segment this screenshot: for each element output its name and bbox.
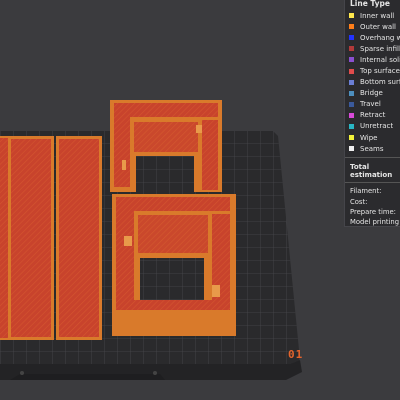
- legend-item[interactable]: Internal solid infill: [345, 54, 400, 65]
- plate-number-label[interactable]: 01: [288, 348, 303, 361]
- totals-row: Filament:: [350, 187, 382, 196]
- legend-item-label: Seams: [360, 144, 384, 153]
- legend-item-label: Top surface: [360, 67, 400, 76]
- legend-item-label: Outer wall: [360, 22, 397, 31]
- color-swatch: [349, 112, 354, 118]
- totals-row: Prepare time:: [350, 207, 396, 216]
- model-strips[interactable]: [0, 136, 102, 340]
- color-swatch: [349, 46, 354, 52]
- legend-item[interactable]: Top surface: [345, 65, 400, 76]
- legend-item-label: Wipe: [360, 133, 378, 142]
- legend-item[interactable]: Bottom surface: [345, 77, 400, 88]
- color-swatch: [349, 101, 354, 107]
- totals-rows: Filament: Cost: Prepare time: Model printin…: [345, 186, 400, 227]
- legend-item[interactable]: Retract: [345, 110, 400, 121]
- totals-row: Model printing time:: [350, 218, 400, 227]
- legend-item[interactable]: Wipe: [345, 132, 400, 143]
- divider: [345, 182, 400, 184]
- 3d-viewport[interactable]: [0, 0, 400, 400]
- color-swatch: [349, 24, 354, 30]
- line-type-legend: Line Type Inner wall Outer wall Overhang w…: [344, 0, 400, 227]
- color-swatch: [349, 35, 354, 41]
- legend-item-label: Sparse infill: [360, 44, 400, 53]
- color-swatch: [349, 123, 354, 129]
- legend-item[interactable]: Travel: [345, 99, 400, 110]
- legend-item[interactable]: Inner wall: [345, 10, 400, 21]
- legend-item[interactable]: Sparse infill: [345, 43, 400, 54]
- totals-title: Total estimation: [350, 163, 393, 180]
- totals-row: Cost:: [350, 197, 368, 206]
- legend-item-label: Bridge: [360, 89, 383, 98]
- color-swatch: [349, 13, 354, 19]
- legend-item[interactable]: Outer wall: [345, 21, 400, 32]
- color-swatch: [349, 90, 354, 96]
- color-swatch: [349, 79, 354, 85]
- color-swatch: [349, 57, 354, 63]
- legend-item-label: Overhang wall: [360, 33, 400, 42]
- legend-item-label: Inner wall: [360, 11, 395, 20]
- legend-item[interactable]: Seams: [345, 143, 400, 154]
- color-swatch: [349, 146, 354, 152]
- model-frame-bottom[interactable]: [112, 194, 236, 336]
- legend-item[interactable]: Bridge: [345, 88, 400, 99]
- model-frame-top[interactable]: [110, 100, 222, 192]
- legend-item[interactable]: Unretract: [345, 121, 400, 132]
- legend-item-label: Unretract: [360, 122, 394, 131]
- legend-item-label: Bottom surface: [360, 78, 400, 87]
- legend-item-label: Internal solid infill: [360, 55, 400, 64]
- legend-title: Line Type: [350, 0, 390, 8]
- legend-item[interactable]: Overhang wall: [345, 32, 400, 43]
- color-swatch: [349, 135, 354, 141]
- legend-item-label: Retract: [360, 111, 386, 120]
- legend-item-label: Travel: [360, 100, 381, 109]
- legend-items: Inner wall Outer wall Overhang wall Sparse …: [345, 10, 400, 154]
- color-swatch: [349, 68, 354, 74]
